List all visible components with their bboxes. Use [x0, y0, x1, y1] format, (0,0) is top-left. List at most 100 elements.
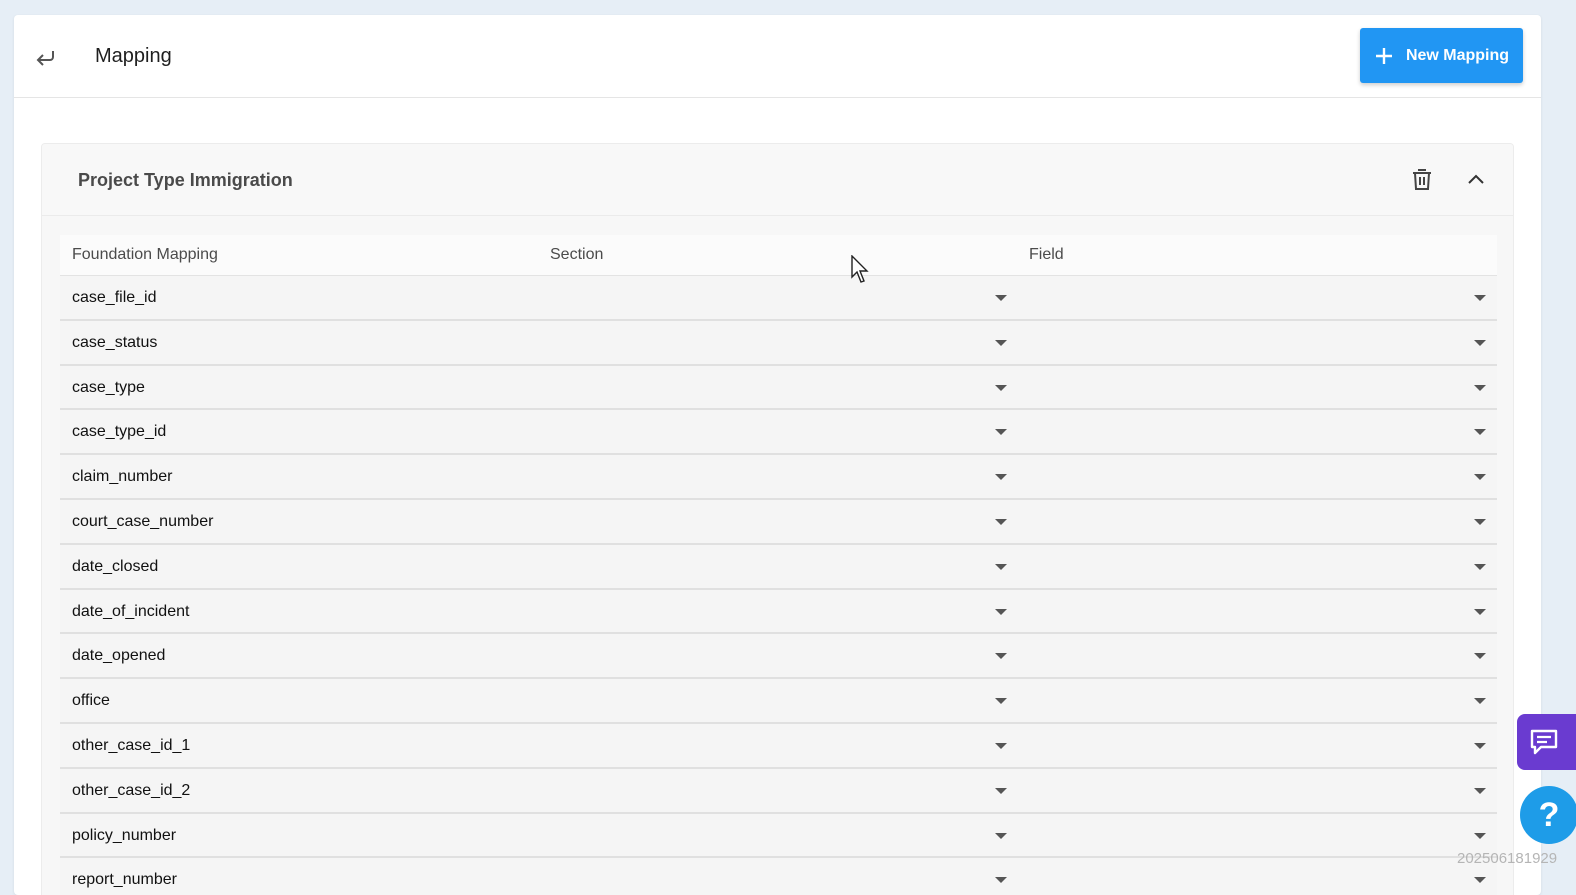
question-icon: ? [1538, 795, 1560, 834]
field-select[interactable] [1018, 276, 1486, 319]
field-select[interactable] [1018, 634, 1486, 677]
foundation-field-name: date_closed [72, 557, 159, 575]
new-mapping-label: New Mapping [1405, 46, 1510, 64]
foundation-field-name: date_of_incident [72, 602, 190, 620]
dropdown-arrow-icon [995, 787, 1007, 794]
dropdown-arrow-icon [995, 429, 1007, 436]
dropdown-arrow-icon [995, 698, 1007, 705]
field-select[interactable] [1018, 321, 1486, 364]
dropdown-arrow-icon [1474, 295, 1486, 301]
foundation-field-name: other_case_id_2 [72, 781, 191, 799]
field-select[interactable] [1018, 545, 1486, 588]
foundation-field-name: date_opened [72, 647, 166, 665]
field-select[interactable] [1018, 679, 1486, 722]
field-select[interactable] [1018, 590, 1486, 633]
section-select[interactable] [539, 724, 1007, 767]
dropdown-arrow-icon [1474, 339, 1486, 346]
section-select[interactable] [539, 500, 1007, 543]
section-select[interactable] [539, 321, 1007, 364]
dropdown-arrow-icon [1474, 429, 1486, 436]
table-row: office [60, 679, 1497, 724]
field-select[interactable] [1018, 724, 1486, 767]
mapping-section: Project Type Immigration Foundation Mapp… [41, 143, 1514, 895]
chat-button[interactable] [1517, 714, 1576, 770]
dropdown-arrow-icon [995, 653, 1007, 660]
field-select[interactable] [1018, 858, 1486, 895]
dropdown-arrow-icon [1474, 608, 1486, 615]
dropdown-arrow-icon [995, 563, 1007, 570]
dropdown-arrow-icon [995, 877, 1007, 884]
section-select[interactable] [539, 590, 1007, 633]
table-row: report_number [60, 858, 1497, 895]
delete-section-button[interactable] [1409, 166, 1435, 192]
dropdown-arrow-icon [995, 608, 1007, 615]
section-select[interactable] [539, 679, 1007, 722]
section-select[interactable] [539, 455, 1007, 498]
section-select[interactable] [539, 276, 1007, 319]
foundation-field-name: case_type [72, 378, 145, 396]
table-row: case_file_id [60, 276, 1497, 321]
chat-icon [1530, 729, 1558, 755]
mouse-cursor-icon [851, 255, 869, 283]
table-row: case_type_id [60, 410, 1497, 456]
dropdown-arrow-icon [1474, 653, 1486, 660]
field-select[interactable] [1018, 769, 1486, 812]
dropdown-arrow-icon [995, 339, 1007, 346]
dropdown-arrow-icon [995, 832, 1007, 839]
mapping-page: Mapping New Mapping Project Type Immigra… [14, 15, 1541, 895]
dropdown-arrow-icon [1474, 518, 1486, 525]
chevron-up-icon [1468, 174, 1484, 184]
back-arrow-icon [36, 51, 54, 66]
dropdown-arrow-icon [1474, 832, 1486, 839]
section-select[interactable] [539, 410, 1007, 453]
foundation-field-name: other_case_id_1 [72, 736, 191, 754]
new-mapping-button[interactable]: New Mapping [1360, 28, 1523, 83]
section-select[interactable] [539, 769, 1007, 812]
section-select[interactable] [539, 634, 1007, 677]
field-select[interactable] [1018, 814, 1486, 857]
table-row: other_case_id_2 [60, 768, 1497, 814]
foundation-field-name: case_file_id [72, 289, 157, 306]
back-button[interactable] [32, 43, 60, 71]
table-row: case_status [60, 320, 1497, 366]
table-row: date_of_incident [60, 589, 1497, 635]
top-bar: Mapping New Mapping [14, 15, 1541, 98]
dropdown-arrow-icon [995, 474, 1007, 481]
field-select[interactable] [1018, 410, 1486, 453]
section-header[interactable]: Project Type Immigration [42, 144, 1513, 216]
foundation-field-name: policy_number [72, 826, 177, 844]
section-select[interactable] [539, 858, 1007, 895]
field-select[interactable] [1018, 500, 1486, 543]
dropdown-arrow-icon [995, 518, 1007, 525]
page-title: Mapping [95, 45, 172, 67]
table-row: other_case_id_1 [60, 723, 1497, 769]
collapse-section-button[interactable] [1463, 166, 1489, 192]
field-select[interactable] [1018, 366, 1486, 409]
section-select[interactable] [539, 814, 1007, 857]
field-select[interactable] [1018, 455, 1486, 498]
table-row: case_type [60, 365, 1497, 411]
table-row: claim_number [60, 455, 1497, 500]
section-title: Project Type Immigration [78, 170, 293, 190]
dropdown-arrow-icon [995, 742, 1007, 749]
dropdown-arrow-icon [1474, 877, 1486, 884]
section-select[interactable] [539, 366, 1007, 409]
foundation-field-name: court_case_number [72, 512, 214, 530]
dropdown-arrow-icon [1474, 384, 1486, 391]
mapping-table: Foundation Mapping Section Field case_fi… [60, 235, 1497, 895]
column-header-foundation-mapping: Foundation Mapping [72, 246, 218, 263]
help-button[interactable]: ? [1520, 786, 1576, 844]
foundation-field-name: case_type_id [72, 423, 167, 441]
dropdown-arrow-icon [995, 295, 1007, 301]
trash-icon [1413, 169, 1431, 190]
table-row: court_case_number [60, 499, 1497, 545]
dropdown-arrow-icon [1474, 787, 1486, 794]
table-row: policy_number [60, 813, 1497, 859]
table-row: date_opened [60, 634, 1497, 680]
plus-icon [1375, 47, 1392, 64]
watermark-text: 202506181929 [1457, 850, 1558, 867]
section-select[interactable] [539, 545, 1007, 588]
foundation-field-name: case_status [72, 333, 158, 351]
table-header: Foundation Mapping Section Field [60, 235, 1497, 276]
dropdown-arrow-icon [1474, 742, 1486, 749]
